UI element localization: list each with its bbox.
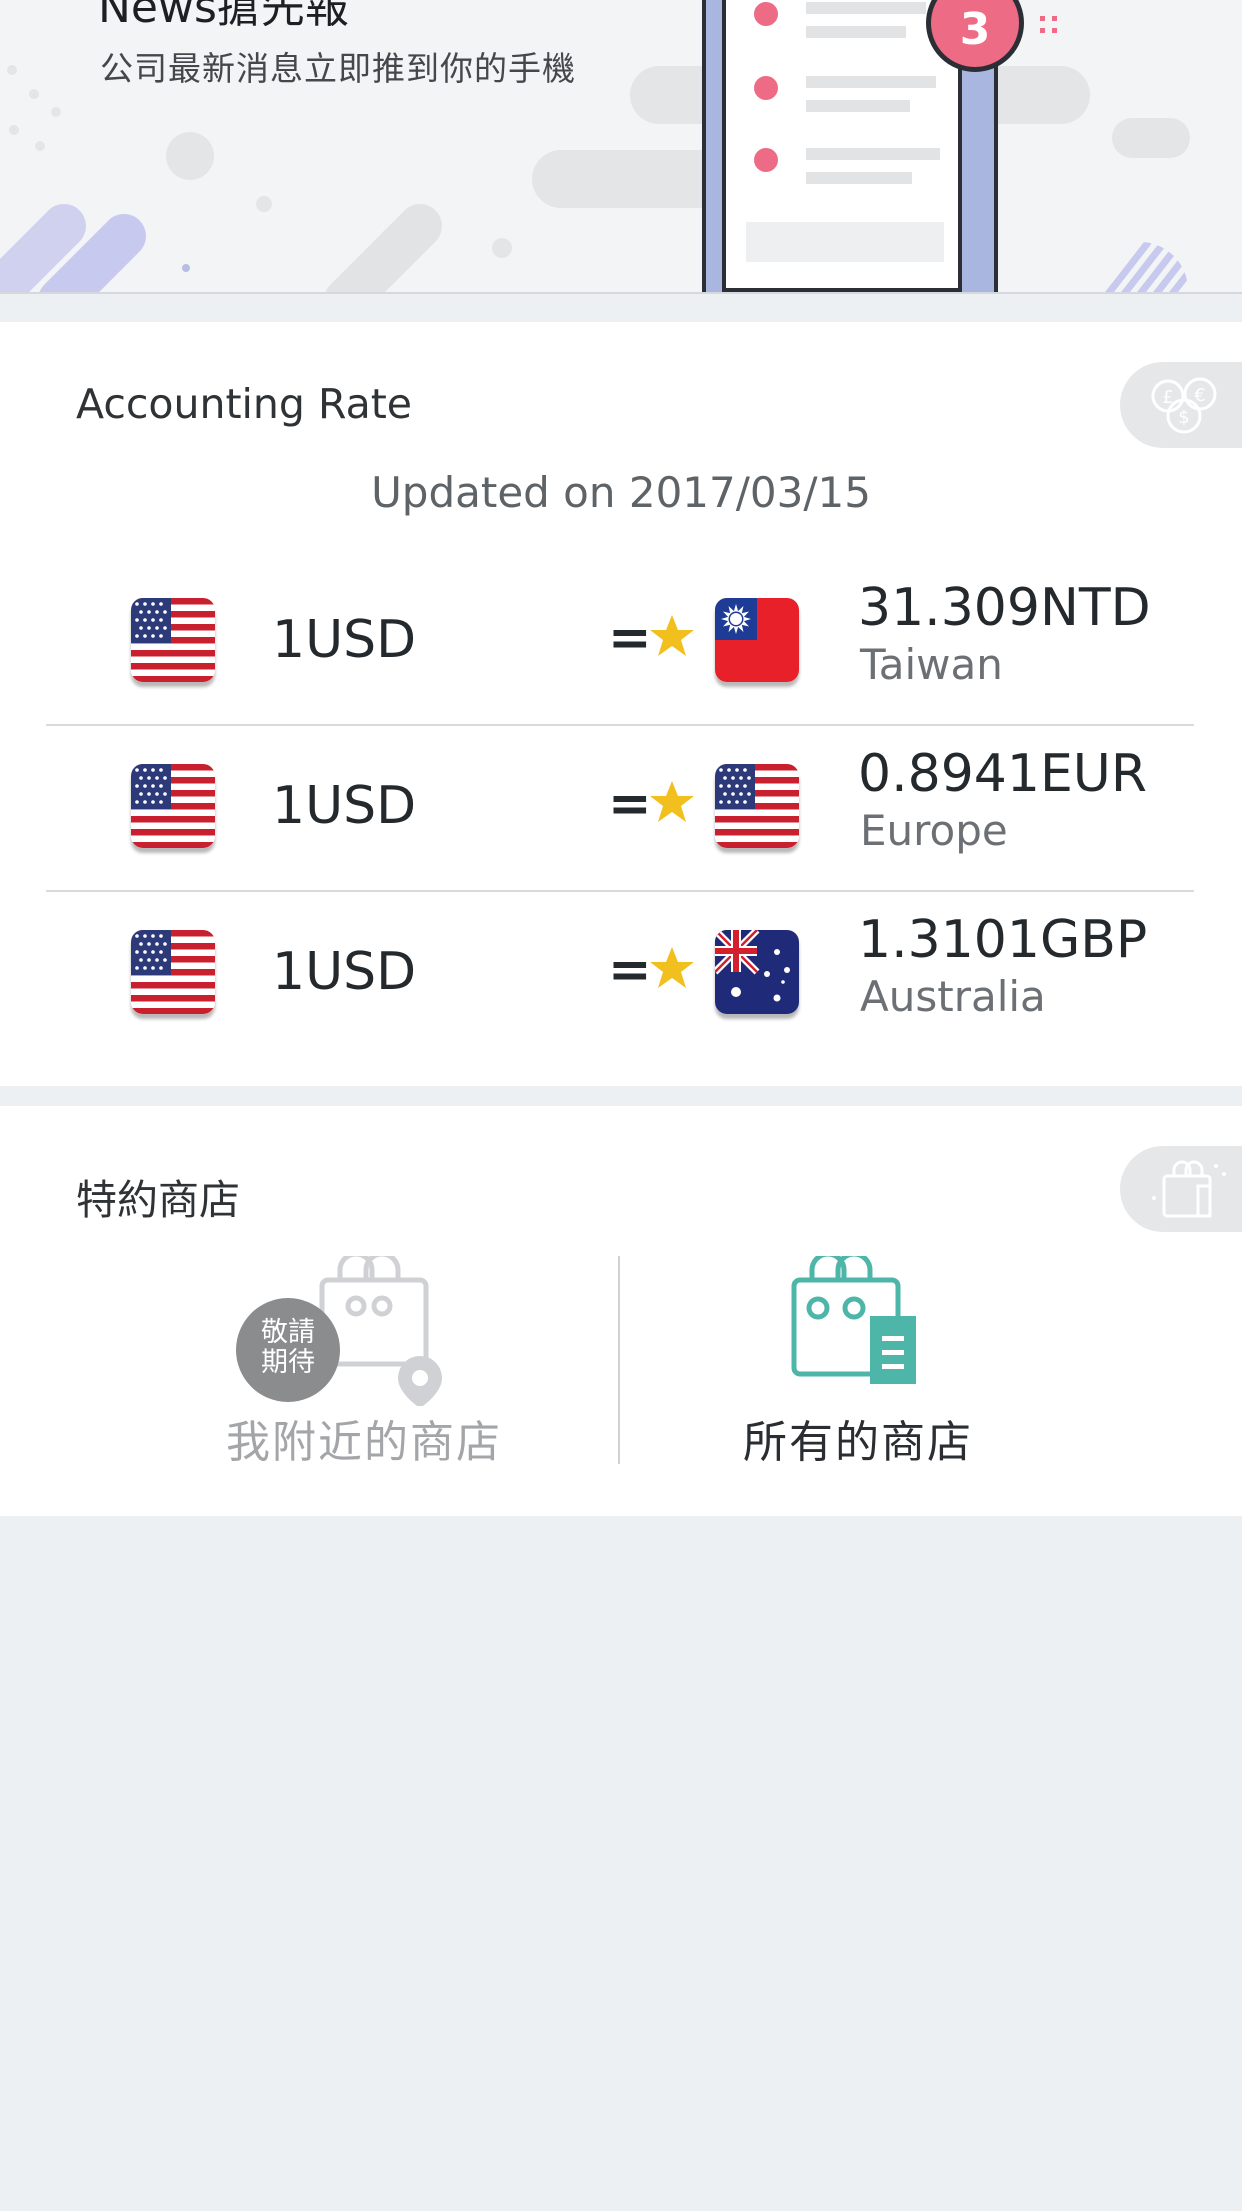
news-banner[interactable]: 3 News搶先報 公司最新消息立即推到你的手機 [0, 0, 1242, 294]
australia-flag-icon [715, 930, 799, 1014]
accounting-rate-card: Accounting Rate £ € $ Updated on 2017/03… [0, 322, 1242, 1086]
equals-sign: = [608, 940, 652, 1000]
stores-badge[interactable] [1120, 1146, 1242, 1232]
currency-badge[interactable]: £ € $ [1120, 362, 1242, 448]
region-name: Europe [860, 806, 1008, 855]
favorite-star-icon[interactable] [648, 778, 696, 826]
all-stores-label: 所有的商店 [743, 1417, 973, 1468]
coming-soon-text: 敬請期待 [261, 1317, 315, 1378]
converted-amount: 0.8941EUR [858, 744, 1147, 804]
partner-stores-title: 特約商店 [76, 1176, 240, 1224]
coming-soon-badge: 敬請期待 [236, 1298, 340, 1402]
rate-row[interactable]: 1USD = [46, 890, 1194, 1056]
banner-title: News搶先報 [98, 0, 349, 33]
converted-amount: 1.3101GBP [858, 910, 1148, 970]
rate-row[interactable]: 1USD = [46, 558, 1194, 726]
taiwan-flag-icon [715, 598, 799, 682]
svg-text:$: $ [1178, 407, 1189, 428]
all-stores-button[interactable]: 所有的商店 [608, 1256, 1108, 1476]
notification-count: 3 [959, 4, 991, 55]
region-name: Taiwan [860, 640, 1003, 689]
partner-stores-card: 特約商店 敬請期待 我附近的商店 所有的商店 [0, 1106, 1242, 1516]
us-flag-icon [131, 930, 215, 1014]
updated-date: Updated on 2017/03/15 [371, 468, 871, 517]
accounting-rate-title: Accounting Rate [76, 380, 412, 428]
converted-amount: 31.309NTD [858, 578, 1151, 638]
shopping-bag-list-icon [791, 1256, 916, 1384]
favorite-star-icon[interactable] [648, 944, 696, 992]
favorite-star-icon[interactable] [648, 612, 696, 660]
base-amount: 1USD [272, 776, 417, 836]
stores-row: 敬請期待 我附近的商店 所有的商店 [0, 1256, 1242, 1476]
svg-text:€: € [1194, 385, 1205, 406]
equals-sign: = [608, 774, 652, 834]
shopping-bag-icon [1152, 1160, 1226, 1218]
region-name: Australia [860, 972, 1046, 1021]
currency-coins-icon: £ € $ [1151, 377, 1217, 434]
nearby-stores-button[interactable]: 敬請期待 我附近的商店 [114, 1256, 614, 1476]
svg-text:£: £ [1162, 387, 1173, 408]
nearby-stores-label: 我附近的商店 [226, 1417, 502, 1468]
base-amount: 1USD [272, 942, 417, 1002]
rate-row[interactable]: 1USD = [46, 724, 1194, 892]
equals-sign: = [608, 608, 652, 668]
us-flag-icon [715, 764, 799, 848]
us-flag-icon [131, 598, 215, 682]
us-flag-icon [131, 764, 215, 848]
banner-subtitle: 公司最新消息立即推到你的手機 [100, 49, 576, 88]
base-amount: 1USD [272, 610, 417, 670]
